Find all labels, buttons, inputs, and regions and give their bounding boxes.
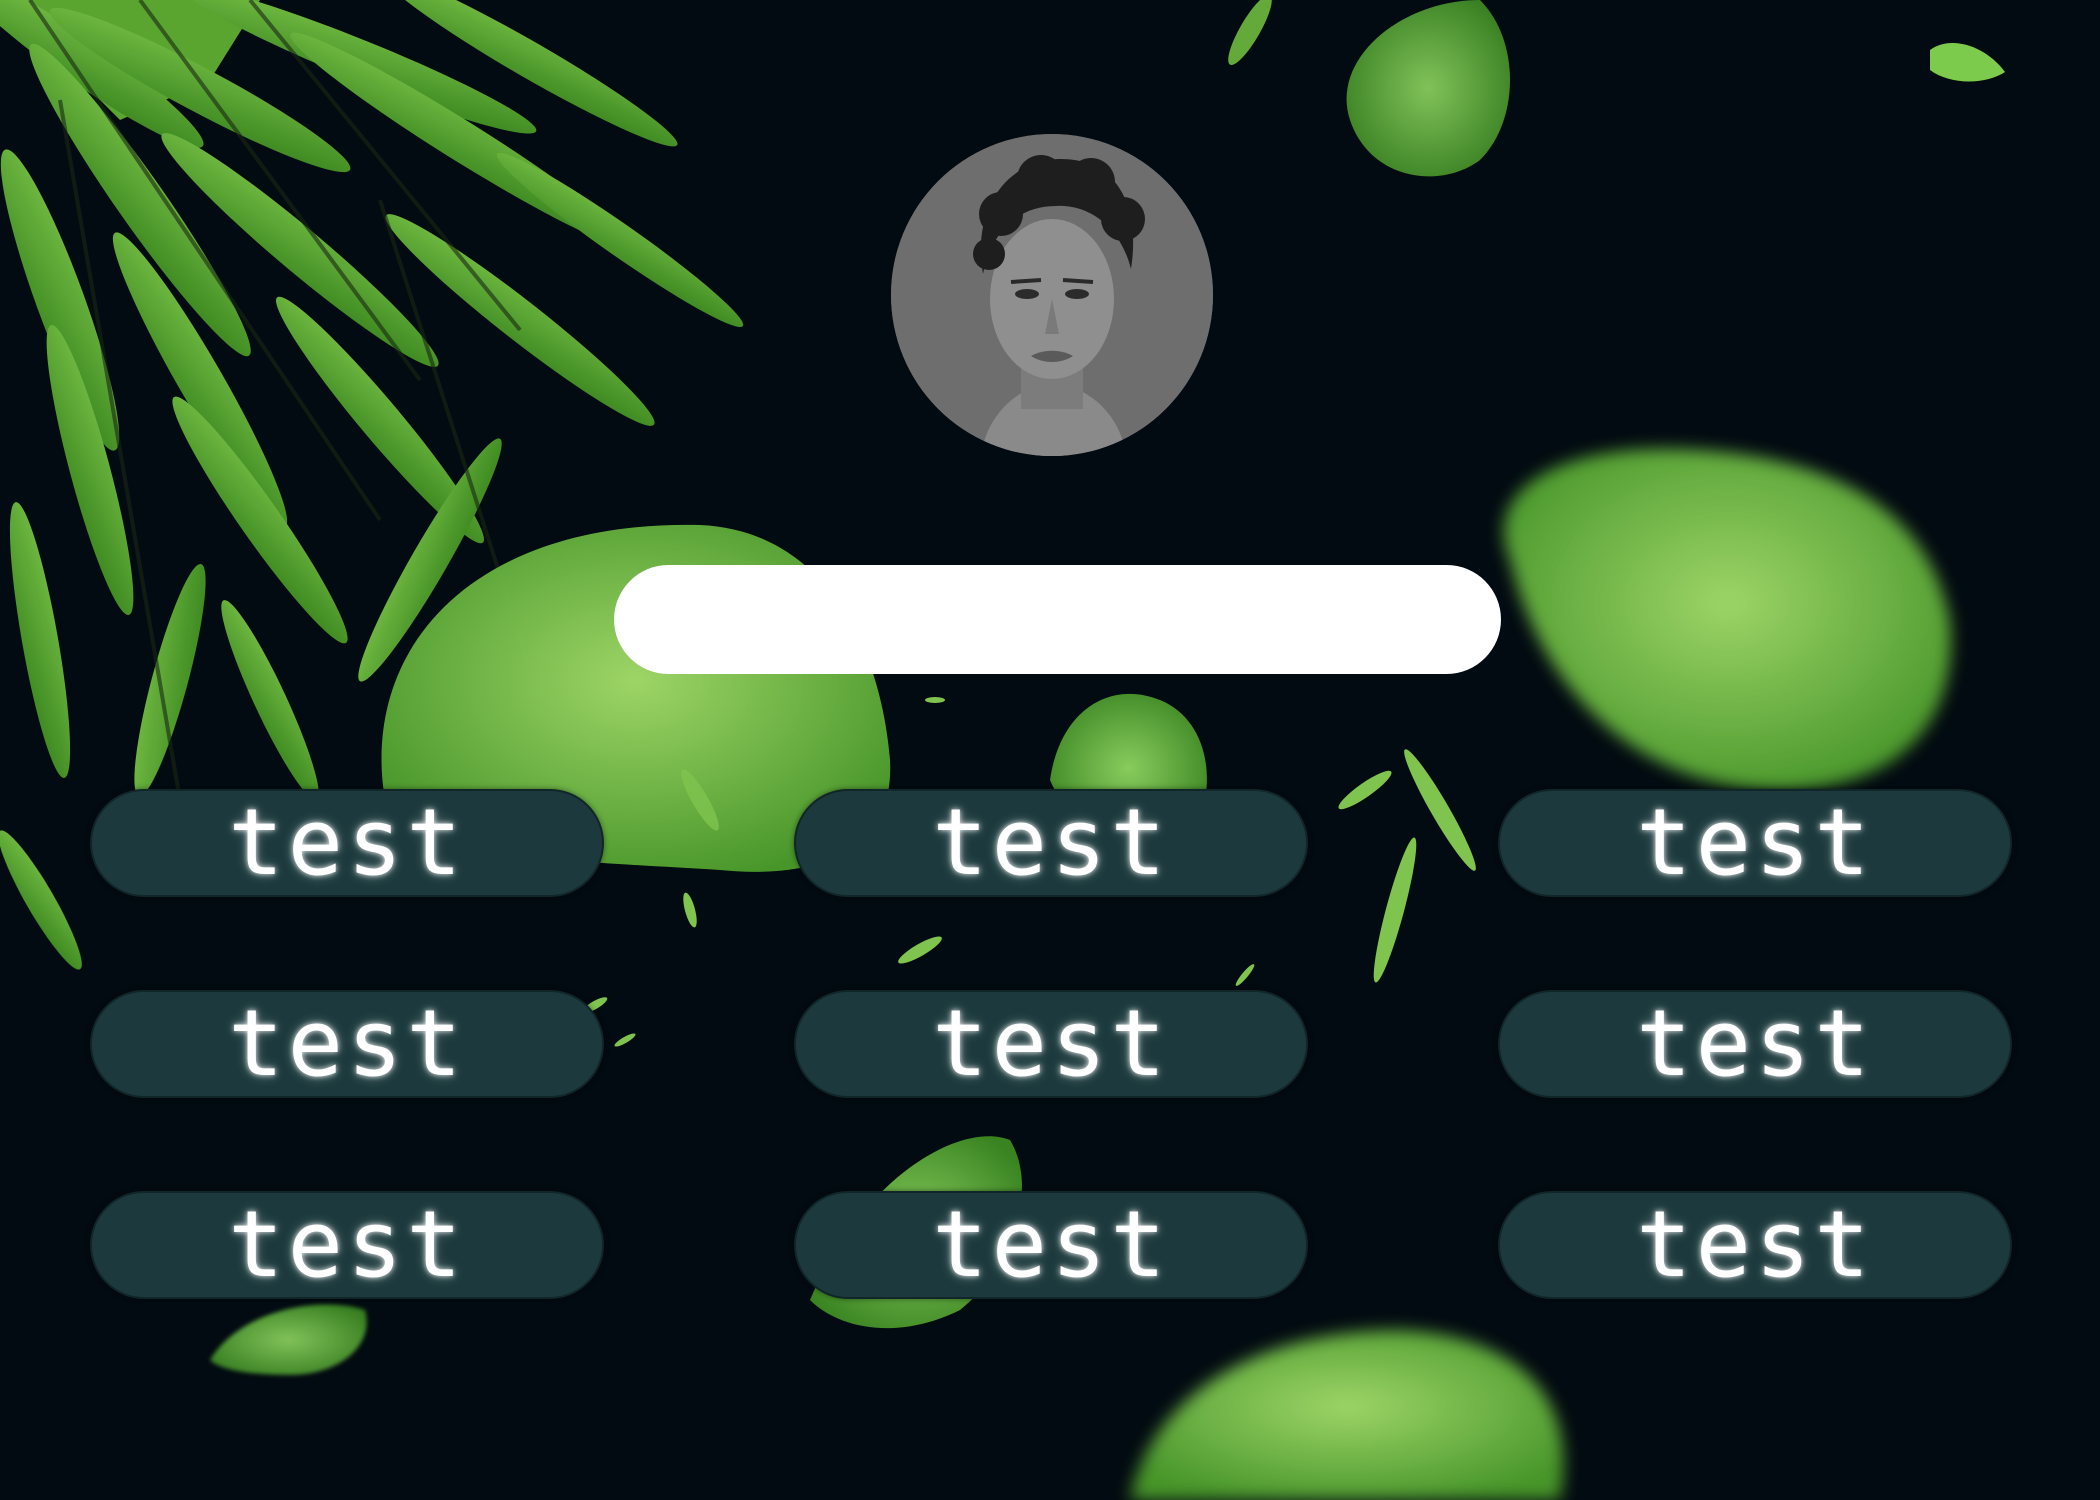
leaf-decoration <box>1930 43 2005 82</box>
leaf-decoration <box>1130 1330 1564 1500</box>
search-input[interactable] <box>614 565 1501 674</box>
test-button-1[interactable]: test <box>90 789 604 897</box>
test-button-7[interactable]: test <box>90 1191 604 1299</box>
test-button-6[interactable]: test <box>1498 990 2012 1098</box>
test-button-8[interactable]: test <box>794 1191 1308 1299</box>
test-button-5[interactable]: test <box>794 990 1308 1098</box>
leaf-decoration <box>210 1304 367 1375</box>
test-button-9[interactable]: test <box>1498 1191 2012 1299</box>
portrait-icon <box>891 134 1213 456</box>
test-button-3[interactable]: test <box>1498 789 2012 897</box>
leaf-decoration <box>1346 0 1510 177</box>
leaf-decoration <box>1503 448 1952 790</box>
avatar[interactable] <box>891 134 1213 456</box>
test-button-4[interactable]: test <box>90 990 604 1098</box>
test-button-2[interactable]: test <box>794 789 1308 897</box>
